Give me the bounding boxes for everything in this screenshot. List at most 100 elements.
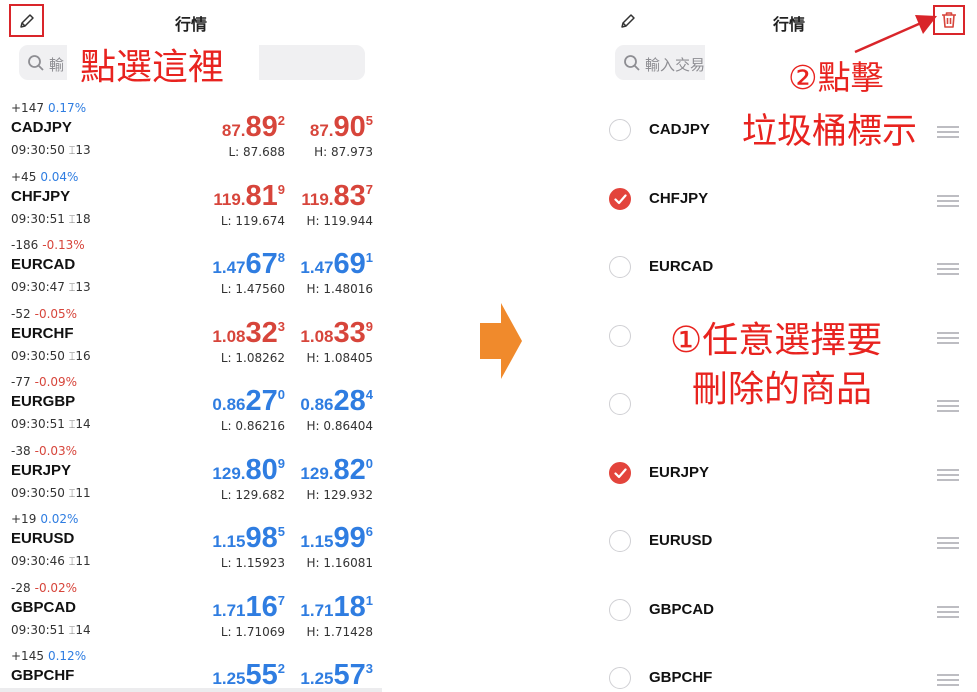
- time-spread: 09:30:50 ⌶16: [11, 349, 91, 364]
- symbol-label: CHFJPY: [649, 189, 709, 207]
- high-price: H: 1.48016: [306, 282, 373, 296]
- ask-price: 119.837: [301, 179, 373, 212]
- change-text: +45 0.04%: [11, 169, 79, 184]
- edit-list-item[interactable]: EURJPY: [598, 444, 977, 512]
- quote-row[interactable]: -38 -0.03% EURJPY 09:30:50 ⌶11 129.809 129.82…: [0, 444, 382, 512]
- unchecked-circle-icon[interactable]: [609, 393, 631, 415]
- low-price: L: 129.682: [220, 487, 285, 502]
- change-percent: -0.02%: [34, 580, 78, 595]
- bid-price: 1.15985: [212, 522, 285, 554]
- low-price: L: 1.71069: [220, 624, 285, 639]
- edit-list-item[interactable]: EURCAD: [598, 238, 977, 306]
- low-price: L: 0.86216: [220, 419, 285, 433]
- annotation-step1-line2: 刪除的商品: [692, 369, 873, 410]
- ask-price: 1.15996: [300, 522, 373, 554]
- spread-value: 14: [75, 622, 91, 637]
- symbol-label: GBPCHF: [11, 667, 75, 684]
- high-price: H: 0.86404: [306, 419, 373, 433]
- time-spread: 09:30:50 ⌶11: [11, 486, 91, 501]
- spread-value: 13: [75, 143, 91, 157]
- quote-time: 09:30:50: [11, 485, 65, 500]
- drag-handle-icon[interactable]: [937, 400, 959, 412]
- quote-row[interactable]: -52 -0.05% EURCHF 09:30:50 ⌶16 1.08323 1.0833…: [0, 307, 382, 375]
- ask-price: 1.08339: [300, 316, 373, 349]
- quote-row[interactable]: -28 -0.02% GBPCAD 09:30:51 ⌶14 1.71167 1.7118…: [0, 581, 382, 649]
- time-spread: 09:30:50 ⌶13: [11, 143, 91, 158]
- time-spread: 09:30:51 ⌶18: [11, 212, 91, 227]
- drag-handle-icon[interactable]: [937, 674, 959, 686]
- high-price: H: 1.16081: [306, 556, 373, 570]
- time-spread: 09:30:51 ⌶14: [11, 417, 91, 432]
- symbol-label: CADJPY: [11, 119, 72, 136]
- drag-handle-icon[interactable]: [937, 605, 959, 618]
- symbol-label: CHFJPY: [11, 187, 71, 205]
- search-icon: [27, 54, 45, 72]
- annotation-step1-line1: ①任意選擇要: [670, 320, 883, 361]
- symbol-label: GBPCAD: [649, 600, 715, 618]
- ask-price: 0.86284: [300, 385, 373, 417]
- pencil-icon[interactable]: [619, 12, 637, 30]
- drag-handle-icon[interactable]: [937, 468, 959, 481]
- unchecked-circle-icon[interactable]: [609, 530, 631, 552]
- low-price: L: 1.47560: [220, 282, 285, 296]
- unchecked-circle-icon[interactable]: [609, 324, 631, 347]
- pencil-icon[interactable]: [18, 12, 36, 30]
- bid-price: 87.892: [221, 111, 285, 143]
- change-text: +19 0.02%: [11, 512, 79, 526]
- quote-time: 09:30:50: [11, 143, 65, 157]
- quote-row[interactable]: +145 0.12% GBPCHF 1.25552 1.25573: [0, 649, 382, 692]
- low-price: L: 119.674: [220, 213, 285, 228]
- drag-handle-icon[interactable]: [937, 194, 959, 207]
- edit-list-item[interactable]: GBPCAD: [598, 581, 977, 649]
- change-percent: -0.03%: [34, 443, 78, 458]
- annotation-step2-line1: ②點擊: [788, 58, 884, 97]
- spread-value: 11: [75, 554, 91, 568]
- spread-value: 16: [75, 348, 91, 363]
- spread-value: 13: [75, 280, 91, 294]
- symbol-label: EURCAD: [649, 258, 714, 275]
- change-text: -186 -0.13%: [11, 238, 85, 252]
- bid-price: 1.47678: [212, 248, 285, 280]
- pointer-arrow-icon: [854, 15, 937, 54]
- time-spread: 09:30:51 ⌶14: [11, 623, 91, 638]
- symbol-label: EURGBP: [11, 393, 76, 410]
- change-percent: -0.13%: [42, 238, 85, 252]
- edit-list-item[interactable]: CHFJPY: [598, 170, 977, 238]
- change-text: -38 -0.03%: [11, 443, 78, 458]
- symbol-label: EURCHF: [11, 324, 74, 342]
- change-text: +147 0.17%: [11, 101, 87, 115]
- edit-list-item[interactable]: EURUSD: [598, 512, 977, 580]
- quotes-screen: 行情 輸 點選這裡 +147 0.17% CADJPY 09:30:50 ⌶13 87.…: [0, 0, 382, 692]
- flow-arrow-icon: [480, 303, 522, 383]
- unchecked-circle-icon[interactable]: [609, 119, 631, 141]
- drag-handle-icon[interactable]: [937, 537, 959, 549]
- edit-list-item[interactable]: GBPCHF: [598, 649, 977, 692]
- high-price: H: 119.944: [306, 213, 373, 228]
- quote-time: 09:30:51: [11, 211, 65, 226]
- quote-time: 09:30:46: [11, 554, 65, 568]
- quote-row[interactable]: +147 0.17% CADJPY 09:30:50 ⌶13 87.892 87.905 L…: [0, 101, 382, 169]
- unchecked-circle-icon[interactable]: [609, 667, 631, 689]
- change-text: -52 -0.05%: [11, 306, 78, 321]
- drag-handle-icon[interactable]: [937, 263, 959, 275]
- quote-time: 09:30:51: [11, 417, 65, 431]
- checked-circle-icon[interactable]: [609, 187, 631, 210]
- quote-row[interactable]: +19 0.02% EURUSD 09:30:46 ⌶11 1.15985 1.15996…: [0, 512, 382, 580]
- quote-row[interactable]: +45 0.04% CHFJPY 09:30:51 ⌶18 119.819 119.837…: [0, 170, 382, 238]
- ask-price: 87.905: [309, 111, 373, 143]
- unchecked-circle-icon[interactable]: [609, 598, 631, 621]
- symbol-label: EURJPY: [649, 463, 710, 481]
- change-percent: 0.12%: [47, 649, 87, 663]
- quote-row[interactable]: -77 -0.09% EURGBP 09:30:51 ⌶14 0.86270 0.8628…: [0, 375, 382, 443]
- unchecked-circle-icon[interactable]: [609, 256, 631, 278]
- change-percent: -0.09%: [34, 375, 78, 389]
- low-price: L: 1.15923: [220, 556, 285, 570]
- spread-value: 11: [75, 485, 91, 500]
- drag-handle-icon[interactable]: [937, 331, 959, 344]
- quote-time: 09:30:47: [11, 280, 65, 294]
- checked-circle-icon[interactable]: [609, 461, 631, 484]
- drag-handle-icon[interactable]: [937, 126, 959, 138]
- symbol-label: GBPCAD: [11, 598, 77, 616]
- quote-time: 09:30:50: [11, 348, 65, 363]
- quote-row[interactable]: -186 -0.13% EURCAD 09:30:47 ⌶13 1.47678 1.476…: [0, 238, 382, 306]
